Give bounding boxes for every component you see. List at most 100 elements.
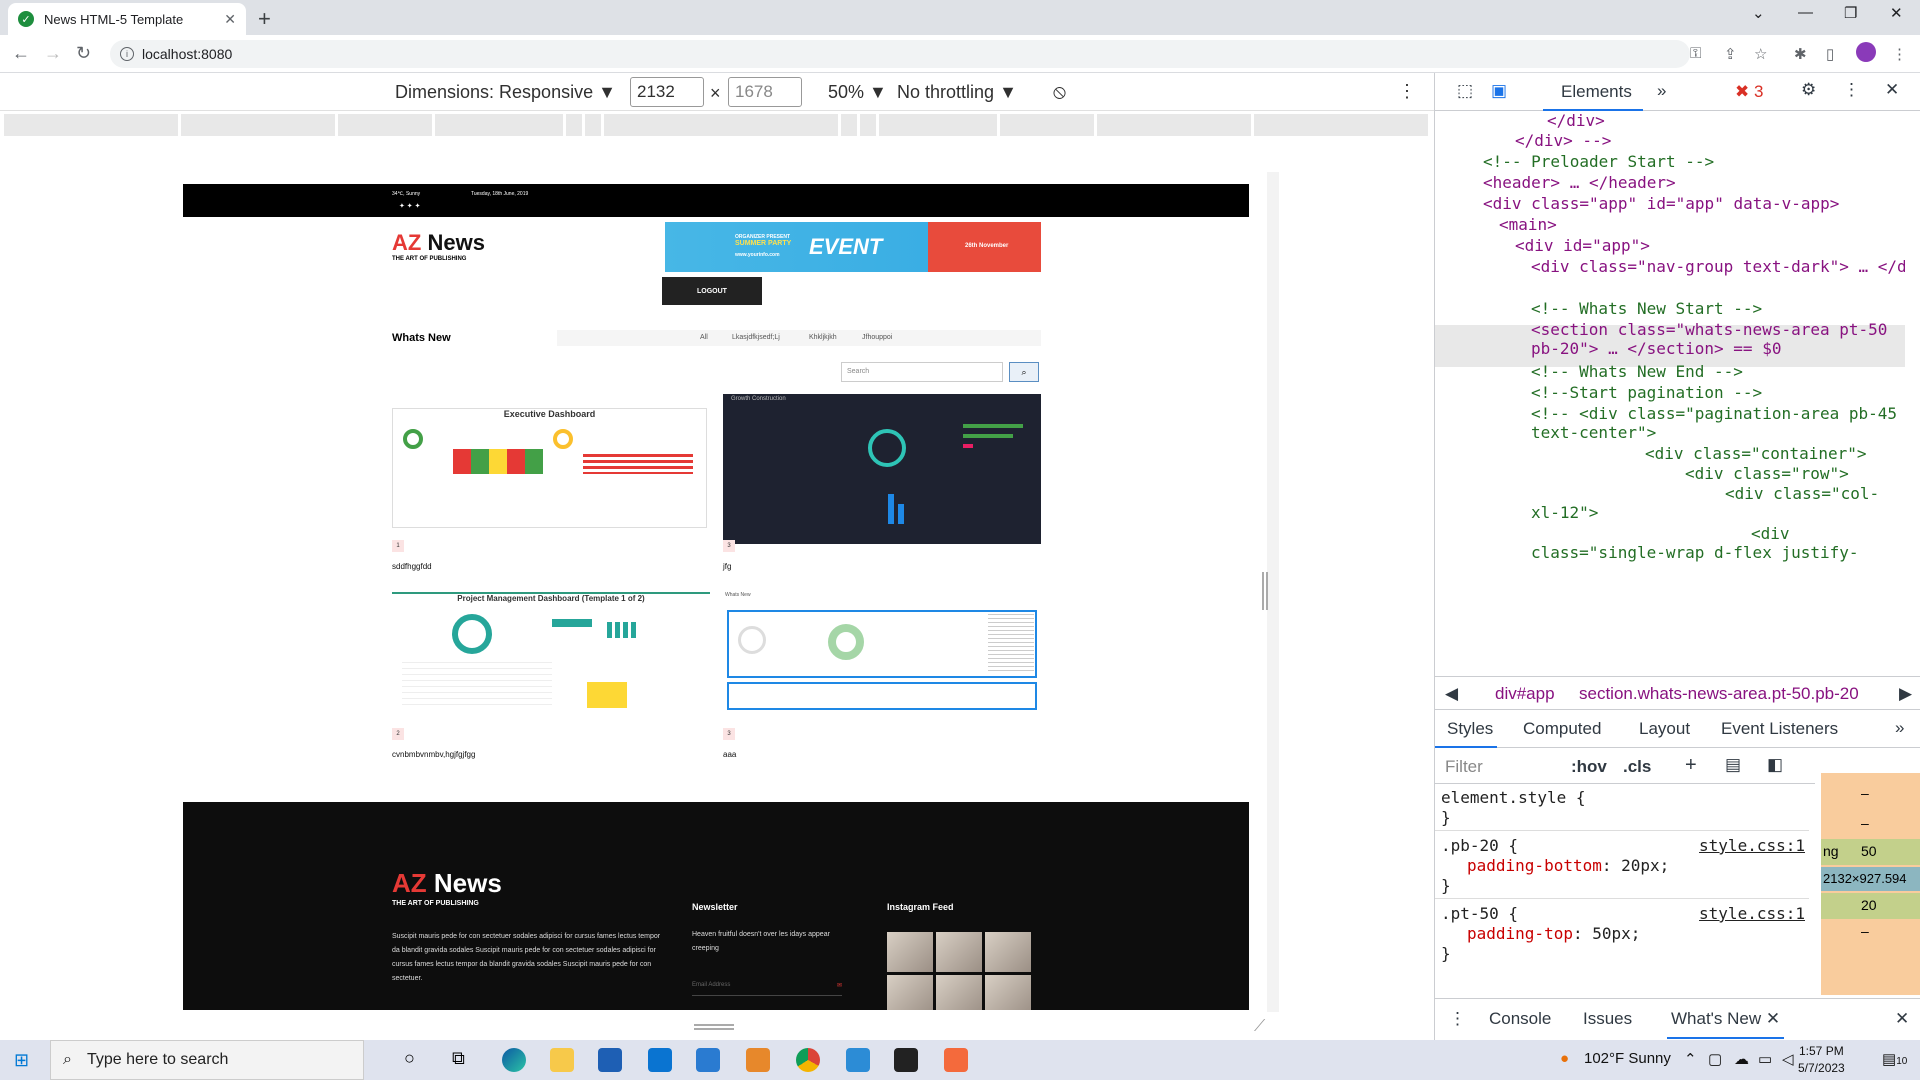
profile-avatar-icon[interactable]	[1856, 42, 1876, 62]
dom-line-selected[interactable]: <section class="whats-news-area pt-50 pb…	[1531, 320, 1901, 358]
site-info-icon[interactable]: i	[120, 47, 134, 61]
newsletter-email-input[interactable]: Email Address ✉	[692, 982, 842, 996]
dom-line[interactable]: <main>	[1499, 215, 1557, 234]
instagram-photo[interactable]	[936, 975, 982, 1010]
search-button[interactable]: ⌕	[1009, 362, 1039, 382]
instagram-grid[interactable]	[887, 932, 1031, 1010]
edge-icon[interactable]	[502, 1048, 526, 1072]
card-caption[interactable]: cvnbmbvnmbv,hgjfgjfgg	[392, 750, 475, 759]
file-explorer-icon[interactable]	[550, 1048, 574, 1072]
tab-computed[interactable]: Computed	[1523, 719, 1601, 739]
dom-line[interactable]: </div> -->	[1515, 131, 1611, 150]
tab-search-icon[interactable]: ⌄	[1752, 4, 1765, 22]
drawer-tab-whats-new[interactable]: What's New ✕	[1667, 999, 1785, 1039]
rotate-icon[interactable]: ⦸	[1053, 81, 1066, 104]
share-icon[interactable]: ⇪	[1724, 45, 1737, 63]
zoom-dropdown[interactable]: 50% ▼	[828, 82, 887, 103]
drawer-tab-console[interactable]: Console	[1489, 1009, 1551, 1029]
rule-selector[interactable]: .pt-50 {	[1441, 904, 1518, 923]
card-image[interactable]: Whats New	[723, 592, 1041, 710]
back-icon[interactable]: ←	[12, 43, 30, 64]
dom-line[interactable]: <!-- <div class="pagination-area pb-45 t…	[1531, 404, 1901, 442]
tab-category-2[interactable]: Khkljkjkh	[809, 334, 837, 341]
event-banner[interactable]: ORGANIZER PRESENT SUMMER PARTY www.youri…	[665, 222, 1041, 272]
chrome-icon[interactable]	[796, 1048, 820, 1072]
forward-icon[interactable]: →	[44, 43, 62, 64]
resize-right-handle[interactable]	[1262, 572, 1268, 610]
rule-property[interactable]: padding-bottom	[1467, 856, 1602, 875]
send-icon[interactable]: ✉	[837, 982, 842, 989]
tab-elements[interactable]: Elements	[1543, 73, 1643, 111]
card-caption[interactable]: sddfhggfdd	[392, 562, 432, 571]
close-window-icon[interactable]: ✕	[1890, 4, 1903, 22]
dom-line[interactable]: <div class="col-xl-12">	[1531, 484, 1901, 522]
dom-line[interactable]: <!--Start pagination -->	[1531, 383, 1762, 402]
settings-gear-icon[interactable]: ⚙	[1801, 80, 1816, 100]
dom-line[interactable]: <div class="container">	[1645, 444, 1867, 463]
dom-line[interactable]: </div>	[1547, 111, 1605, 130]
instagram-photo[interactable]	[887, 975, 933, 1010]
search-input[interactable]: Search	[841, 362, 1003, 382]
task-view-icon[interactable]: ⧉	[452, 1048, 465, 1069]
inspect-element-icon[interactable]: ⬚	[1457, 81, 1473, 101]
notification-icon[interactable]: ▤10	[1882, 1050, 1907, 1068]
reload-icon[interactable]: ↻	[76, 43, 91, 64]
menu-kebab-icon[interactable]: ⋮	[1892, 45, 1907, 63]
network-icon[interactable]: ▭	[1758, 1050, 1772, 1068]
side-panel-icon[interactable]: ▯	[1826, 45, 1834, 63]
extensions-icon[interactable]: ✱	[1794, 45, 1807, 63]
instagram-photo[interactable]	[985, 975, 1031, 1010]
card-caption[interactable]: aaa	[723, 750, 736, 759]
throttling-dropdown[interactable]: No throttling ▼	[897, 82, 1017, 103]
tab-styles[interactable]: Styles	[1435, 710, 1497, 748]
terminal-icon[interactable]	[894, 1048, 918, 1072]
key-icon[interactable]: ⚿	[1690, 45, 1701, 62]
card-image[interactable]: Project Management Dashboard (Template 1…	[392, 592, 710, 710]
device-menu-icon[interactable]: ⋮	[1398, 81, 1416, 102]
element-style-rule[interactable]: element.style {	[1441, 788, 1586, 807]
instagram-photo[interactable]	[936, 932, 982, 972]
cls-toggle[interactable]: .cls	[1623, 757, 1651, 777]
hov-toggle[interactable]: :hov	[1571, 757, 1607, 777]
taskbar-search[interactable]: ⌕ Type here to search	[50, 1040, 364, 1080]
card-image[interactable]: Executive Dashboard	[392, 408, 707, 528]
logout-button[interactable]: LOGOUT	[662, 277, 762, 305]
dom-line[interactable]: <div class="nav-group text-dark"> … </di…	[1531, 257, 1905, 276]
footer-logo[interactable]: AZ News	[392, 868, 502, 899]
xampp-icon[interactable]	[944, 1048, 968, 1072]
close-tab-icon[interactable]: ✕	[224, 11, 236, 28]
settings-icon[interactable]	[696, 1048, 720, 1072]
more-style-tabs-icon[interactable]: »	[1895, 718, 1904, 738]
maximize-icon[interactable]: ❐	[1844, 4, 1857, 22]
clock[interactable]: 1:57 PM 5/7/2023	[1798, 1043, 1845, 1077]
rule-source-link[interactable]: style.css:1	[1699, 836, 1805, 855]
dom-line[interactable]: <div id="app">	[1515, 236, 1650, 255]
rule-source-link[interactable]: style.css:1	[1699, 904, 1805, 923]
dom-line[interactable]: <!-- Whats New End -->	[1531, 362, 1743, 381]
address-bar[interactable]: i localhost:8080	[110, 40, 1690, 68]
new-tab-icon[interactable]: +	[258, 6, 271, 32]
instagram-photo[interactable]	[985, 932, 1031, 972]
vscode-icon[interactable]	[846, 1048, 870, 1072]
tab-event-listeners[interactable]: Event Listeners	[1721, 719, 1838, 739]
tab-category-3[interactable]: Jfhouppoi	[862, 334, 892, 341]
new-rule-icon[interactable]: +	[1685, 754, 1697, 777]
site-logo[interactable]: AZ News	[392, 230, 485, 256]
card-caption[interactable]: jfg	[723, 562, 731, 571]
devtools-menu-icon[interactable]: ⋮	[1843, 80, 1860, 100]
bookmark-star-icon[interactable]: ☆	[1754, 45, 1767, 63]
dom-line[interactable]: <div class="row">	[1685, 464, 1849, 483]
taskbar-weather[interactable]: 102°F Sunny	[1584, 1050, 1671, 1067]
rule-selector[interactable]: .pb-20 {	[1441, 836, 1518, 855]
dom-line[interactable]: <header> … </header>	[1483, 173, 1676, 192]
store-icon[interactable]	[598, 1048, 622, 1072]
paint-icon[interactable]: ▤	[1725, 755, 1741, 775]
social-icons[interactable]: ✦ ✦ ✦	[399, 202, 421, 210]
tab-all[interactable]: All	[700, 334, 708, 341]
drawer-menu-icon[interactable]: ⋮	[1449, 1009, 1466, 1029]
height-input[interactable]: 1678	[728, 77, 802, 107]
device-toggle-icon[interactable]: ▣	[1491, 81, 1507, 101]
cortana-icon[interactable]: ○	[404, 1048, 415, 1069]
tab-category-1[interactable]: Lkasjdfkjsedf;Lj	[732, 334, 780, 341]
dom-line[interactable]: <!-- Preloader Start -->	[1483, 152, 1714, 171]
